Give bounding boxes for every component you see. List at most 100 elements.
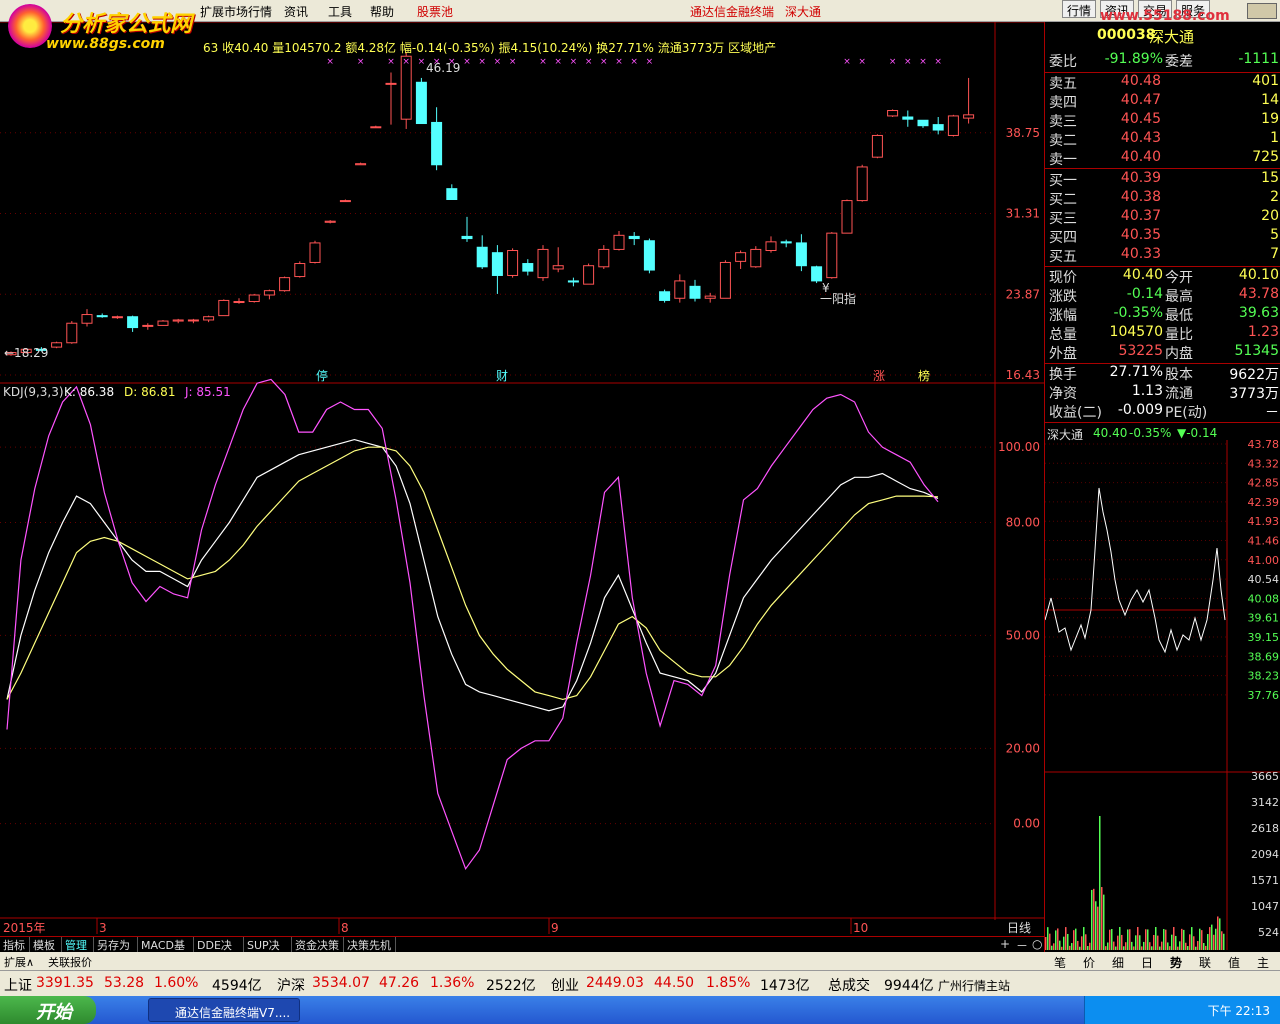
candle-body (446, 188, 458, 200)
sell-label: 卖四 (1049, 95, 1077, 111)
date-tick-label: 9 (551, 921, 559, 935)
tab-3[interactable]: 另存为 (94, 937, 138, 953)
window-controls[interactable] (1247, 3, 1277, 19)
vol-bar (1061, 946, 1063, 950)
tab-related[interactable]: 关联报价 (48, 954, 92, 970)
stock-name: 深大通 (1149, 28, 1195, 46)
candle-body (674, 280, 686, 299)
vol-bar (1059, 940, 1061, 950)
weibi-row-label: 委比 (1049, 54, 1077, 70)
candle-body (461, 235, 473, 240)
index-item: 1.60% (154, 975, 199, 991)
buy-price: 40.37 (1120, 208, 1161, 224)
rtab-0[interactable]: 笔 (1054, 954, 1066, 971)
vol-bar (1127, 929, 1129, 950)
vol-bar (1221, 931, 1223, 950)
kdj-tick-label: 100.00 (998, 440, 1040, 454)
vol-bar (1157, 935, 1159, 950)
menu-tools[interactable]: 工具 (328, 3, 352, 20)
kdj-d-value: D: 86.81 (124, 385, 175, 399)
intraday-tick: 41.93 (1248, 515, 1280, 528)
candle-body (659, 291, 671, 301)
close-pane-button[interactable]: ○ (1032, 937, 1042, 951)
sell-label: 卖一 (1049, 152, 1077, 168)
stat-row-label: 涨跌 (1049, 289, 1077, 305)
vol-bar (1103, 894, 1105, 950)
stat2-row-label: 净资 (1049, 386, 1077, 402)
panel-divider (1045, 168, 1280, 169)
buy-label: 买二 (1049, 192, 1077, 208)
rtab-6[interactable]: 值 (1228, 954, 1240, 971)
vol-bar (1197, 941, 1199, 950)
taskbar-item[interactable]: 通达信金融终端V7.... (148, 998, 300, 1022)
rtab-5[interactable]: 联 (1199, 954, 1211, 971)
candle-body (142, 324, 154, 327)
candle-body (491, 252, 503, 276)
tab-0[interactable]: 指标 (0, 937, 30, 953)
btn-market[interactable]: 行情 (1062, 0, 1097, 18)
vol-bar (1089, 942, 1091, 950)
candle-body (187, 319, 199, 322)
vol-bar (1161, 941, 1163, 950)
limit-marker: × (904, 57, 912, 67)
tab-6[interactable]: SUP决策 (244, 937, 292, 968)
sell-row: 卖五 40.48 401 (1045, 73, 1280, 92)
candle-body (263, 290, 275, 296)
candle-body (811, 266, 823, 282)
tab-5[interactable]: DDE决策 (194, 937, 244, 968)
rtab-3[interactable]: 日 (1141, 954, 1153, 971)
buy-row: 买一 40.39 15 (1045, 170, 1280, 189)
tab-expand[interactable]: 扩展∧ (4, 954, 34, 970)
limit-marker: × (539, 57, 547, 67)
stat-row-value: -0.35% (1113, 305, 1163, 321)
vol-bar (1205, 945, 1207, 950)
limit-marker: × (646, 57, 654, 67)
menu-stock-pool[interactable]: 股票池 (417, 3, 453, 20)
index-item: 44.50 (654, 975, 695, 991)
max-price-label: 46.19 (426, 61, 460, 75)
rtab-4[interactable]: 势 (1170, 954, 1182, 971)
rtab-2[interactable]: 细 (1112, 954, 1124, 971)
vol-bar (1169, 946, 1171, 950)
menu-news[interactable]: 资讯 (284, 3, 308, 20)
sell-row: 卖二 40.43 1 (1045, 130, 1280, 149)
menu-ext-market[interactable]: 扩展市场行情 (200, 3, 272, 20)
index-item: 总成交 (828, 978, 870, 994)
sell-qty: 725 (1252, 149, 1279, 165)
clock: 下午 22:13 (1207, 1004, 1270, 1018)
intraday-tick: 41.46 (1248, 535, 1280, 548)
vol-bar (1155, 927, 1157, 950)
candle-body (218, 299, 230, 317)
tab-8[interactable]: 决策先机 (344, 937, 396, 953)
menu-help[interactable]: 帮助 (370, 3, 394, 20)
rtab-1[interactable]: 价 (1083, 954, 1095, 971)
vol-bar (1125, 942, 1127, 950)
stat-row: 现价 40.40 今开 40.10 (1045, 267, 1280, 286)
stat-row-value2: 51345 (1234, 343, 1279, 359)
tab-1[interactable]: 模板 (30, 937, 62, 953)
vol-bar (1141, 946, 1143, 950)
buy-row: 买四 40.35 5 (1045, 227, 1280, 246)
intraday-chg: -0.35% (1129, 426, 1172, 440)
vol-tick: 2618 (1251, 822, 1279, 835)
candle-body (522, 263, 534, 272)
vol-tick: 1047 (1251, 900, 1279, 913)
vol-bar (1187, 946, 1189, 950)
event-marker: 榜 (918, 368, 930, 383)
limit-marker: × (387, 57, 395, 67)
kdj-tick-label: 80.00 (1006, 515, 1040, 529)
intraday-price: 40.40 (1093, 426, 1128, 440)
vol-bar (1143, 941, 1145, 950)
rtab-7[interactable]: 主 (1257, 954, 1269, 971)
tab-7[interactable]: 资金决策 (292, 937, 344, 953)
candle-body (203, 316, 215, 321)
candle-body (689, 285, 701, 299)
tab-2[interactable]: 管理 (62, 937, 94, 953)
start-button[interactable]: 开始 (0, 996, 96, 1024)
candle-body (507, 250, 519, 276)
event-marker: 财 (496, 369, 508, 383)
tab-4[interactable]: MACD基本 (138, 937, 194, 968)
zoom-in-button[interactable]: + (1000, 937, 1010, 951)
intraday-tick: 43.78 (1248, 440, 1280, 451)
vol-bar (1109, 929, 1111, 950)
